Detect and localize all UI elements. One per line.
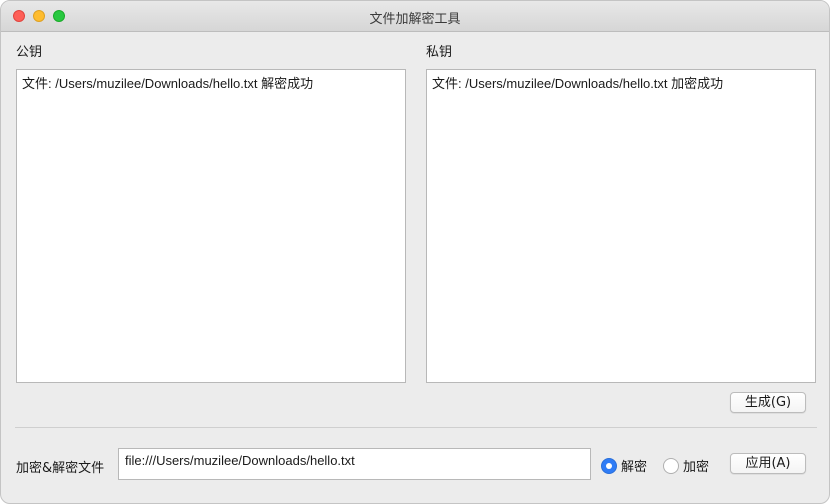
private-key-textarea[interactable]: 文件: /Users/muzilee/Downloads/hello.txt 加…: [426, 69, 816, 383]
apply-button[interactable]: 应用(A): [730, 453, 806, 474]
decrypt-radio-button[interactable]: [601, 457, 617, 474]
decrypt-radio-option[interactable]: 解密: [601, 456, 647, 475]
public-key-label: 公钥: [16, 45, 43, 60]
encrypt-radio-button[interactable]: [663, 457, 679, 474]
private-key-label: 私钥: [426, 45, 453, 60]
decrypt-radio-label: 解密: [621, 460, 648, 475]
encrypt-radio-label: 加密: [683, 460, 710, 475]
generate-button[interactable]: 生成(G): [730, 392, 806, 413]
window-title: 文件加解密工具: [369, 12, 461, 27]
title-bar[interactable]: 文件加解密工具: [1, 1, 829, 32]
app-window: 文件加解密工具 公钥 文件: /Users/muzilee/Downloads/…: [0, 0, 830, 504]
file-section-label: 加密&解密文件: [16, 461, 105, 476]
public-key-textarea[interactable]: 文件: /Users/muzilee/Downloads/hello.txt 解…: [16, 69, 406, 383]
section-divider: [15, 427, 817, 428]
file-path-input[interactable]: file:///Users/muzilee/Downloads/hello.tx…: [118, 448, 591, 480]
encrypt-radio-option[interactable]: 加密: [663, 456, 709, 475]
